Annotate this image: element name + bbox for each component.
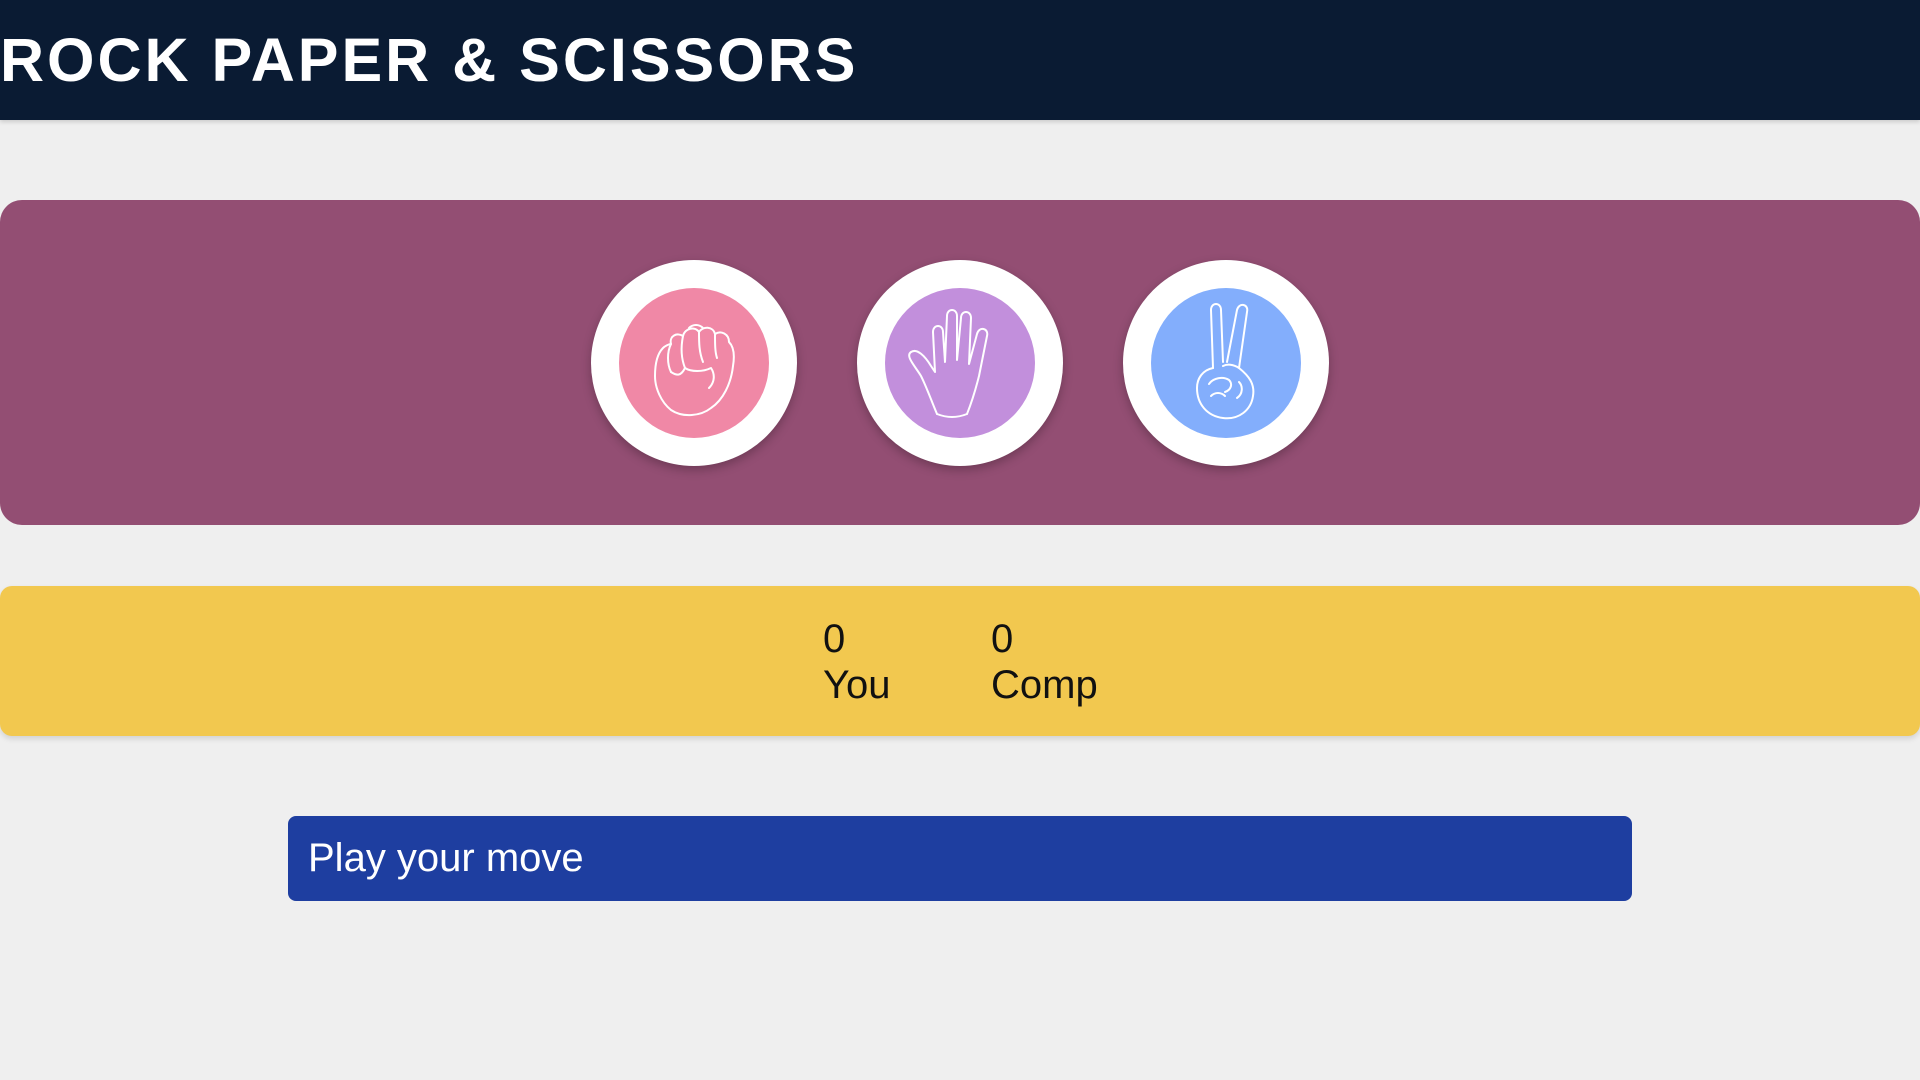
scoreboard: 0 You 0 Comp — [0, 586, 1920, 736]
scissors-choice-button[interactable] — [1123, 260, 1329, 466]
user-score-block: 0 You — [823, 616, 891, 708]
open-hand-icon — [885, 288, 1035, 438]
status-message: Play your move — [288, 816, 1632, 901]
comp-score-block: 0 Comp — [991, 616, 1098, 708]
status-message-text: Play your move — [308, 836, 584, 880]
peace-hand-icon — [1151, 288, 1301, 438]
rock-choice-button[interactable] — [591, 260, 797, 466]
header-bar: ROCK PAPER & SCISSORS — [0, 0, 1920, 120]
user-score-label: You — [823, 663, 891, 707]
paper-choice-button[interactable] — [857, 260, 1063, 466]
comp-score-label: Comp — [991, 663, 1098, 707]
choices-panel — [0, 200, 1920, 525]
page-title: ROCK PAPER & SCISSORS — [0, 26, 859, 94]
fist-icon — [619, 288, 769, 438]
user-score: 0 — [823, 617, 846, 661]
comp-score: 0 — [991, 617, 1014, 661]
